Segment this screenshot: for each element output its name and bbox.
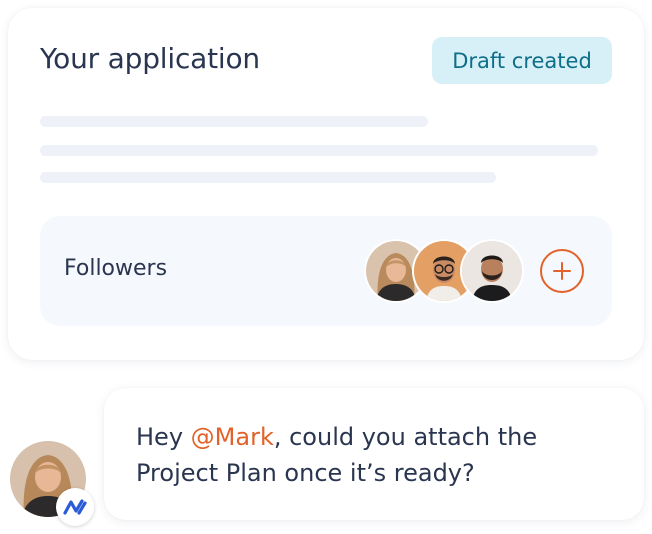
follower-avatar-3[interactable] <box>462 241 522 301</box>
comment-text: Hey @Mark, could you attach the Project … <box>136 419 616 491</box>
skeleton-line-1 <box>40 116 428 127</box>
plus-circle-icon <box>553 262 571 280</box>
skeleton-line-2 <box>40 145 598 156</box>
avatar-man-beard-icon <box>462 241 522 301</box>
followers-panel: Followers <box>40 216 612 326</box>
stage: Your application Draft created Followers <box>0 0 652 534</box>
app-logo-icon <box>63 499 87 515</box>
status-badge: Draft created <box>432 37 612 84</box>
application-card: Your application Draft created Followers <box>8 8 644 360</box>
app-logo-badge <box>56 488 94 526</box>
comment-greeting: Hey <box>136 423 191 451</box>
page-title: Your application <box>40 42 260 75</box>
comment-bubble: Hey @Mark, could you attach the Project … <box>104 388 644 520</box>
mention-link[interactable]: @Mark <box>191 423 274 451</box>
followers-label: Followers <box>64 256 168 281</box>
add-follower-button[interactable] <box>540 249 584 293</box>
skeleton-line-3 <box>40 172 496 183</box>
